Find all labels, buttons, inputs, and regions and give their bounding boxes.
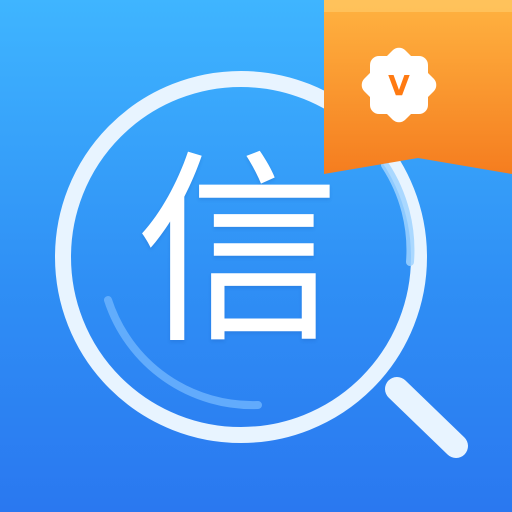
magnifier-handle [385,377,468,458]
app-icon[interactable]: V 信 [0,0,512,512]
vip-badge-letter: V [388,69,410,102]
vip-badge-icon: V [324,0,512,174]
glyph-character: 信 [135,133,341,372]
